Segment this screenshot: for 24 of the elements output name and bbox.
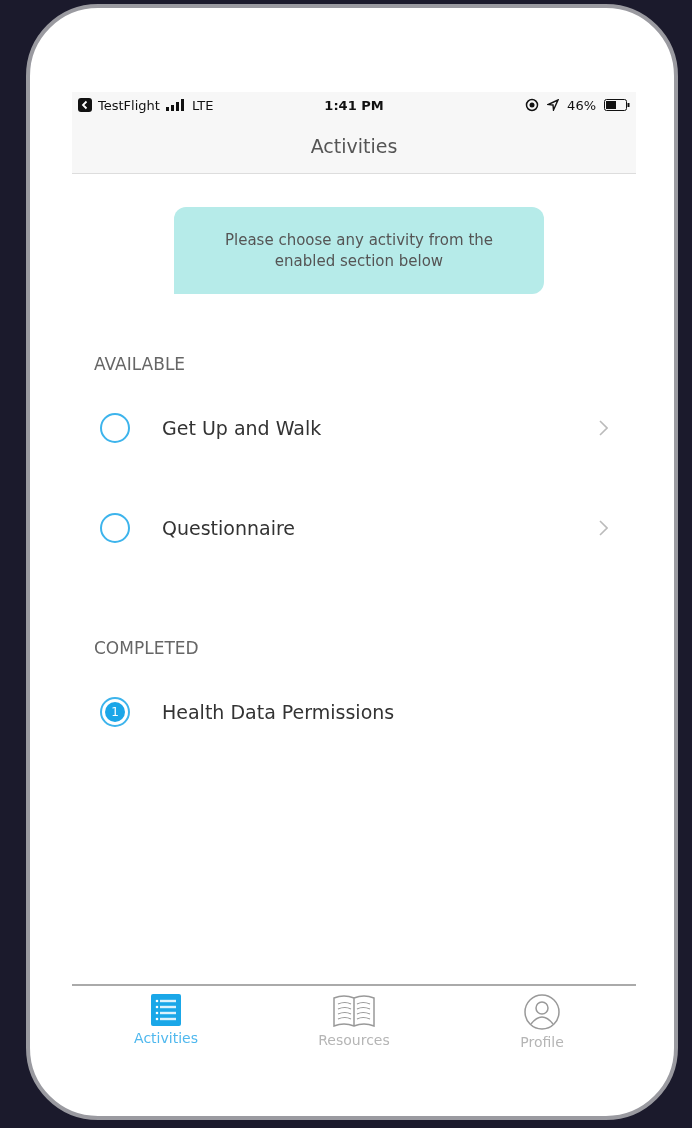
activity-row[interactable]: Get Up and Walk	[72, 378, 636, 478]
nav-title: Activities	[310, 134, 398, 157]
signal-icon	[165, 99, 186, 111]
rotation-lock-icon	[525, 98, 540, 112]
radio-circle	[100, 513, 130, 543]
chevron-icon	[599, 520, 608, 536]
activity-row[interactable]: Questionnaire	[72, 478, 636, 578]
person-icon	[524, 994, 560, 1030]
section-title: AVAILABLE	[93, 353, 187, 376]
chevron-icon	[599, 420, 608, 436]
hint-banner: Please choose any activity from the enabled section below	[174, 207, 544, 294]
activity-row[interactable]: 1 Health Data Permissions	[72, 662, 636, 762]
completed-badge: 1	[100, 697, 130, 727]
battery-label: 46%	[567, 97, 596, 113]
section-title: COMPLETED	[93, 637, 200, 660]
status-time: 1:41 PM	[324, 97, 384, 113]
back-app-label[interactable]: TestFlight	[98, 97, 160, 113]
back-icon	[78, 98, 92, 112]
network-label: LTE	[191, 97, 214, 113]
radio-circle	[100, 413, 130, 443]
battery-icon	[604, 99, 630, 111]
location-icon	[547, 99, 560, 111]
book-icon	[332, 994, 376, 1028]
list-icon	[151, 994, 181, 1026]
